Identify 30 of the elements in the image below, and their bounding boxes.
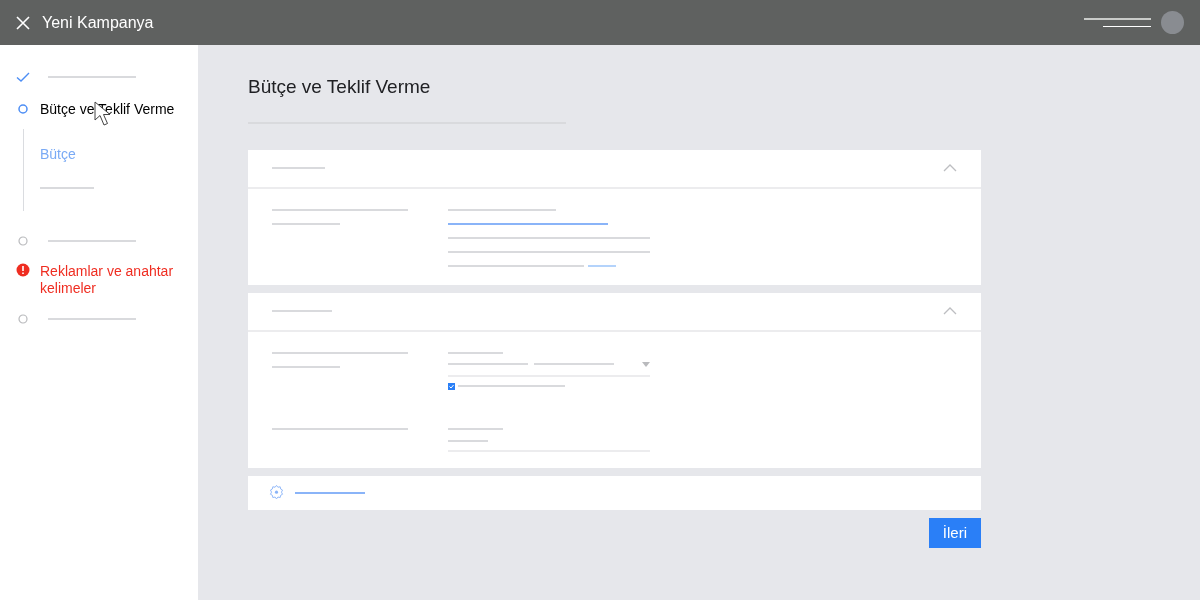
- substep-link[interactable]: Bütçe: [40, 145, 76, 163]
- checkbox[interactable]: [448, 382, 455, 390]
- placeholder-line: [272, 365, 340, 368]
- step-circle-icon: [16, 102, 30, 116]
- placeholder-line: [448, 427, 503, 430]
- placeholder-line: [448, 439, 488, 442]
- placeholder-line: [588, 264, 616, 267]
- placeholder-line: [272, 222, 340, 225]
- dropdown-arrow-icon: [642, 361, 650, 367]
- placeholder-line: [448, 351, 503, 354]
- page-title: Bütçe ve Teklif Verme: [248, 75, 432, 99]
- input-field[interactable]: [448, 439, 650, 452]
- placeholder-line: [272, 167, 325, 169]
- placeholder-line: [1084, 18, 1151, 20]
- settings-icon[interactable]: [268, 484, 285, 501]
- window-title: Yeni Kampanya: [42, 12, 154, 33]
- next-button[interactable]: İleri: [928, 517, 981, 548]
- placeholder-line: [272, 310, 332, 312]
- step-circle-icon: [16, 312, 30, 326]
- chevron-up-icon[interactable]: [943, 307, 957, 315]
- placeholder-line: [295, 491, 365, 494]
- avatar[interactable]: [1161, 11, 1184, 34]
- error-icon: [16, 263, 30, 277]
- dropdown-field[interactable]: [448, 361, 650, 377]
- chevron-up-icon[interactable]: [943, 164, 957, 172]
- check-icon: [16, 70, 30, 84]
- close-button[interactable]: [16, 15, 30, 30]
- step-circle-icon: [16, 234, 30, 248]
- placeholder-line: [1103, 26, 1151, 27]
- step-link[interactable]: Reklamlar ve anahtar kelimeler: [40, 263, 180, 297]
